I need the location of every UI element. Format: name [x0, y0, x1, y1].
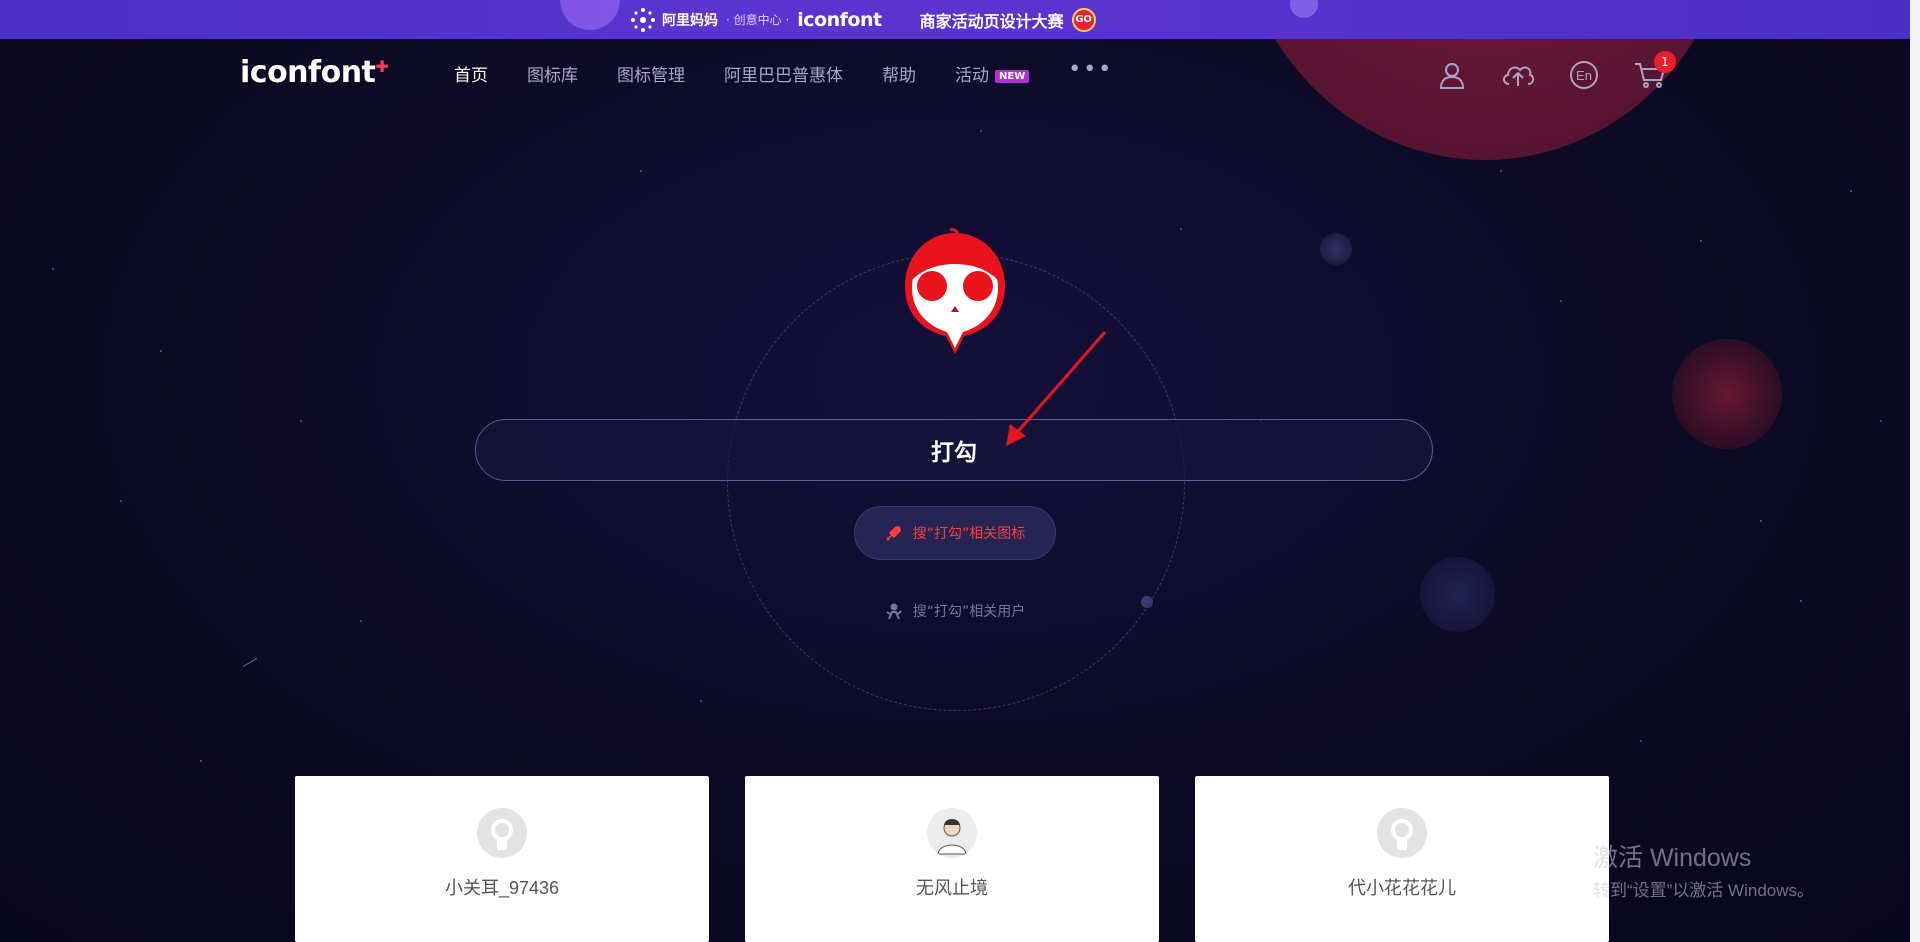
user-card[interactable]: 代小花花花儿: [1195, 776, 1609, 942]
bubble-decoration: [560, 0, 620, 30]
iconfont-logo[interactable]: iconfont✚: [240, 55, 389, 90]
site-header: iconfont✚ 首页 图标库 图标管理 阿里巴巴普惠体 帮助 活动 NEW •…: [0, 39, 1910, 113]
user-icon[interactable]: [1434, 57, 1470, 93]
person-avatar-icon: [927, 808, 977, 858]
nav-help[interactable]: 帮助: [882, 61, 916, 86]
orbit-dot: [1141, 596, 1153, 608]
upload-cloud-icon[interactable]: [1500, 57, 1536, 93]
nav-activity[interactable]: 活动 NEW: [955, 61, 1030, 86]
watermark-line2: 转到“设置”以激活 Windows。: [1593, 881, 1815, 900]
promo-brand-alimama: 阿里妈妈: [662, 12, 718, 29]
watermark-line1: 激活 Windows: [1593, 844, 1752, 872]
user-card[interactable]: 无风止境: [745, 776, 1159, 942]
promo-go-button[interactable]: GO: [1071, 7, 1096, 32]
star: [1500, 170, 1502, 172]
cart-count-badge: 1: [1654, 51, 1676, 73]
language-label: En: [1576, 68, 1592, 83]
sparkle-icon: [631, 7, 655, 32]
search-icons-suggestion[interactable]: 搜“打勾”相关图标: [854, 506, 1056, 560]
promo-banner[interactable]: 阿里妈妈 · 创意中心 · iconfont 商家活动页设计大赛 GO: [0, 0, 1910, 39]
user-name: 无风止境: [916, 878, 988, 898]
star: [640, 170, 642, 172]
search-input[interactable]: 打勾: [475, 419, 1433, 481]
star: [200, 760, 202, 762]
main-nav: 首页 图标库 图标管理 阿里巴巴普惠体 帮助 活动 NEW •••: [454, 57, 1152, 86]
star: [1700, 240, 1702, 242]
star: [700, 700, 702, 702]
header-actions: En 1: [1434, 51, 1676, 93]
windows-activation-watermark: 激活 Windows 转到“设置”以激活 Windows。: [1593, 838, 1814, 901]
star: [1180, 228, 1182, 230]
planet-decoration: [1320, 233, 1352, 265]
alimama-logo: 阿里妈妈: [628, 5, 718, 35]
planet-decoration: [1672, 339, 1782, 449]
default-avatar-icon: [1377, 808, 1427, 858]
nav-activity-label: 活动: [955, 66, 989, 86]
search-value: 打勾: [931, 440, 977, 466]
user-name: 小关耳_97436: [444, 878, 560, 898]
planet-decoration: [1420, 557, 1495, 632]
star: [120, 500, 122, 502]
star: [1760, 520, 1762, 522]
promo-brand-iconfont: iconfont: [797, 8, 882, 31]
avatar: [477, 808, 527, 858]
avatar: [927, 808, 977, 858]
language-icon[interactable]: En: [1566, 57, 1602, 93]
star: [1850, 190, 1852, 192]
star: [1640, 740, 1642, 742]
annotation-arrow: [1006, 331, 1107, 446]
comet: [242, 658, 258, 667]
more-menu-icon[interactable]: •••: [1068, 57, 1113, 82]
cart-icon[interactable]: 1: [1632, 51, 1676, 93]
default-avatar-icon: [477, 808, 527, 858]
user-card[interactable]: 小关耳_97436: [295, 776, 709, 942]
rocket-icon: [886, 526, 901, 541]
nav-alibaba-font[interactable]: 阿里巴巴普惠体: [724, 61, 843, 86]
logo-plus-icon: ✚: [375, 57, 389, 76]
nav-icon-library[interactable]: 图标库: [527, 61, 578, 86]
page: 阿里妈妈 · 创意中心 · iconfont 商家活动页设计大赛 GO icon…: [0, 0, 1920, 942]
star: [160, 350, 162, 352]
search-users-suggestion[interactable]: 搜“打勾”相关用户: [854, 586, 1056, 636]
star: [1880, 420, 1882, 422]
scrollbar[interactable]: [1910, 0, 1920, 942]
bubble-decoration: [1290, 0, 1318, 18]
star: [980, 130, 982, 132]
search-icons-label: 搜“打勾”相关图标: [912, 526, 1026, 542]
user-name: 代小花花花儿: [1348, 878, 1456, 898]
mascot-logo: [905, 228, 1005, 354]
logo-text: iconfont: [240, 55, 376, 90]
nav-icon-management[interactable]: 图标管理: [617, 61, 685, 86]
promo-separator: · 创意中心 ·: [726, 13, 790, 27]
avatar: [1377, 808, 1427, 858]
star: [1560, 300, 1562, 302]
search-users-label: 搜“打勾”相关用户: [912, 604, 1026, 620]
nav-home[interactable]: 首页: [454, 61, 488, 86]
star: [300, 420, 302, 422]
star: [52, 268, 54, 270]
astronaut-icon: [886, 603, 902, 620]
promo-campaign-title: 商家活动页设计大赛: [919, 11, 1064, 31]
star: [360, 620, 362, 622]
new-badge: NEW: [995, 70, 1030, 83]
star: [1800, 600, 1802, 602]
